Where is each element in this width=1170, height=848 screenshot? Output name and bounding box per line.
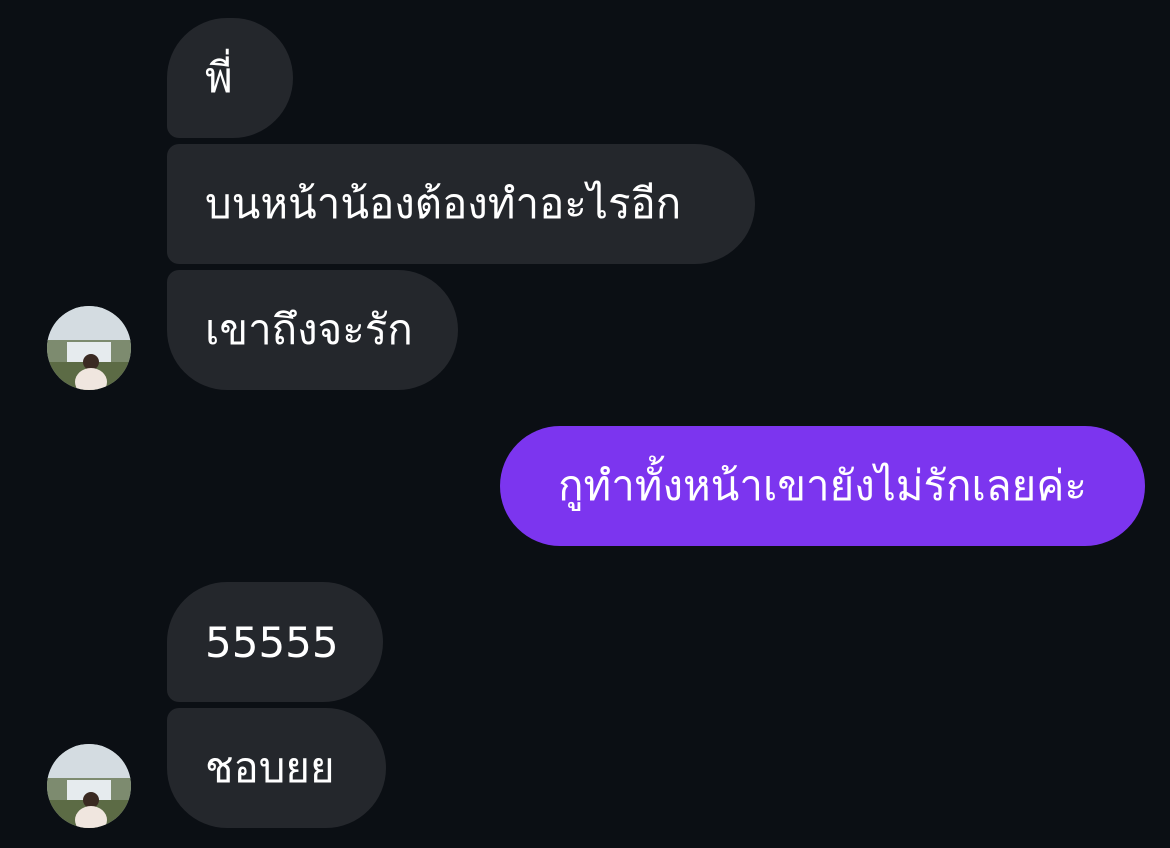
message-thread: พี่ บนหน้าน้องต้องทำอะไรอีก เขาถึงจะรัก … xyxy=(0,0,1170,848)
message-text: บนหน้าน้องต้องทำอะไรอีก xyxy=(205,179,682,228)
contact-avatar[interactable] xyxy=(47,306,131,390)
message-text: กูทำทั้งหน้าเขายังไม่รักเลยค่ะ xyxy=(558,461,1087,510)
avatar-photo-icon xyxy=(47,744,131,828)
avatar-photo-icon xyxy=(47,306,131,390)
incoming-message[interactable]: 55555 xyxy=(167,582,383,702)
message-text: 55555 xyxy=(205,617,339,667)
outgoing-message[interactable]: กูทำทั้งหน้าเขายังไม่รักเลยค่ะ xyxy=(500,426,1145,546)
message-text: ชอบยย xyxy=(205,743,335,792)
incoming-message[interactable]: พี่ xyxy=(167,18,293,138)
incoming-message[interactable]: บนหน้าน้องต้องทำอะไรอีก xyxy=(167,144,755,264)
incoming-message[interactable]: เขาถึงจะรัก xyxy=(167,270,458,390)
message-text: พี่ xyxy=(205,53,233,102)
message-text: เขาถึงจะรัก xyxy=(205,305,413,354)
incoming-message[interactable]: ชอบยย xyxy=(167,708,386,828)
contact-avatar[interactable] xyxy=(47,744,131,828)
